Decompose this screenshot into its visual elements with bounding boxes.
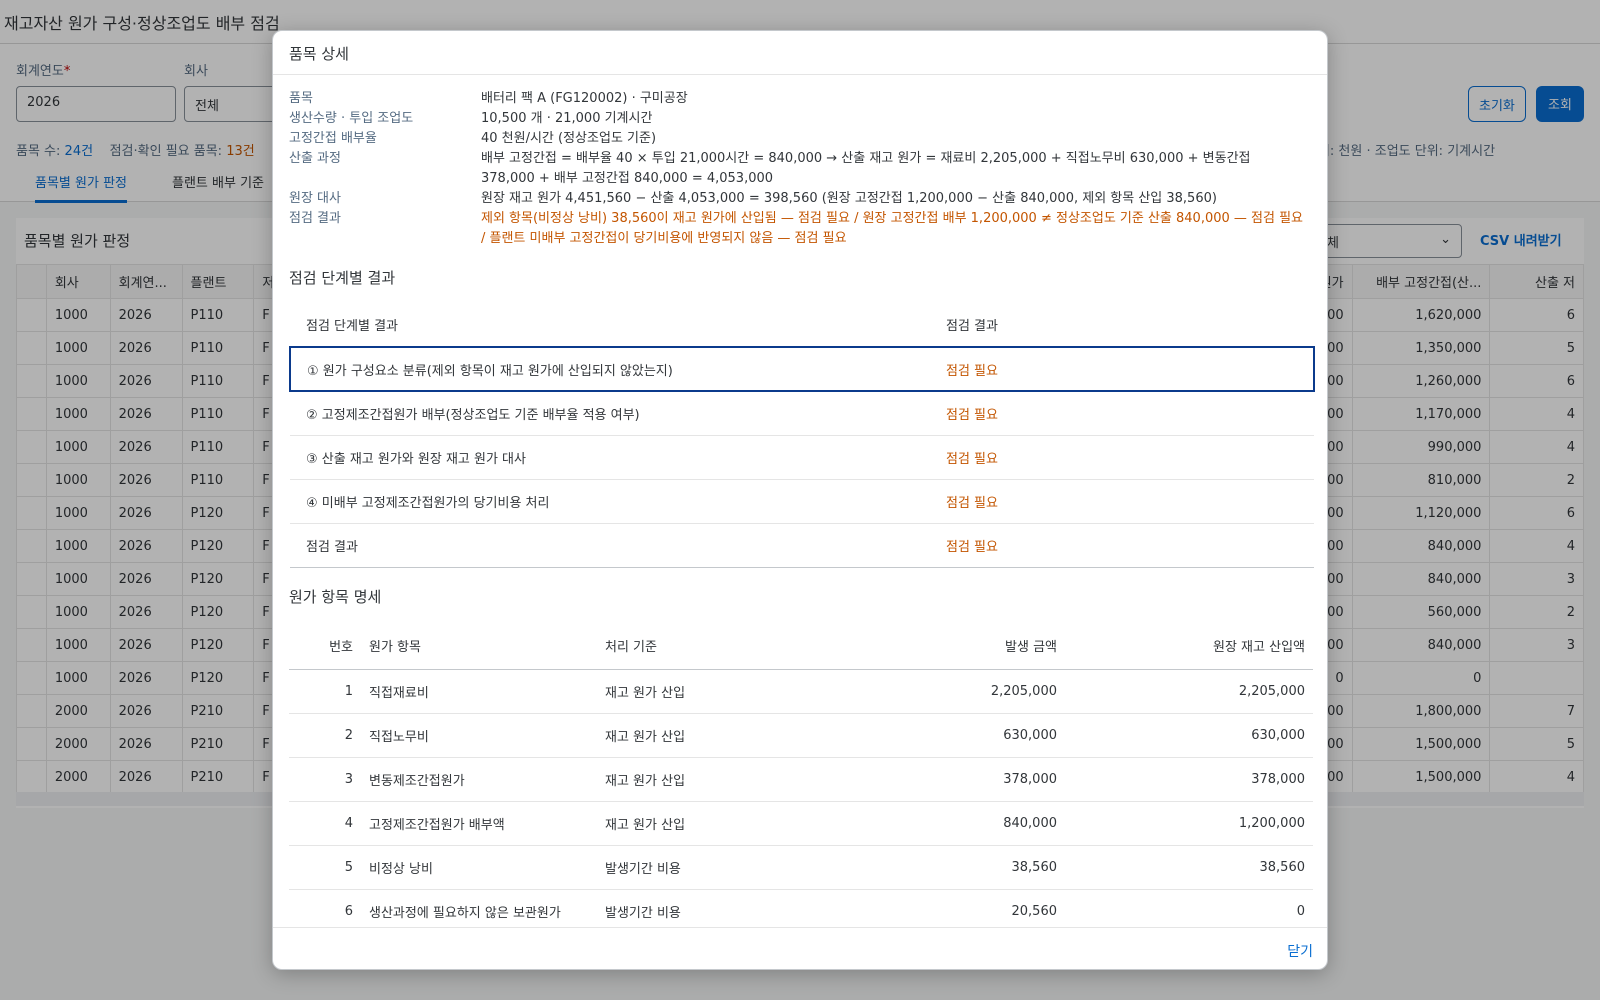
cell-ledger-amount: 378,000 [1065, 757, 1313, 802]
total-label: 점검 결과 [290, 523, 930, 568]
info-row: 산출 과정 배부 고정간접 = 배부율 40 × 투입 21,000시간 = 84… [289, 149, 1313, 189]
col-header: 점검 단계별 결과 [290, 303, 930, 348]
cell-basis: 재고 원가 산입 [597, 757, 793, 802]
info-row: 고정간접 배부율 40 천원/시간 (정상조업도 기준) [289, 129, 1313, 149]
cost-item-row[interactable]: 5 비정상 낭비 발생기간 비용 38,560 38,560 [289, 845, 1313, 890]
check-total-row[interactable]: 점검 결과 점검 필요 [290, 523, 1314, 568]
cell-amount: 2,205,000 [793, 669, 1065, 714]
info-row: 원장 대사 원장 재고 원가 4,451,560 − 산출 4,053,000 =… [289, 189, 1313, 209]
cell-basis: 발생기간 비용 [597, 845, 793, 890]
step-label: ③ 산출 재고 원가와 원장 재고 원가 대사 [290, 435, 930, 480]
cell-no: 2 [289, 713, 361, 758]
cell-ledger-amount: 2,205,000 [1065, 669, 1313, 714]
dialog-footer: 닫기 [273, 927, 1327, 969]
cost-item-row[interactable]: 2 직접노무비 재고 원가 산입 630,000 630,000 [289, 713, 1313, 758]
item-detail-dialog: 품목 상세 품목 배터리 팩 A (FG120002) · 구미공장생산수량 · … [272, 30, 1328, 970]
info-value: 제외 항목(비정상 낭비) 38,560이 재고 원가에 산입됨 — 점검 필요… [481, 211, 1304, 246]
col-header: 원장 재고 산입액 [1065, 621, 1313, 670]
cell-item-name: 직접노무비 [361, 713, 597, 758]
cost-item-row[interactable]: 3 변동제조간접원가 재고 원가 산입 378,000 378,000 [289, 757, 1313, 802]
items-section-title: 원가 항목 명세 [289, 587, 382, 606]
cell-amount: 20,560 [793, 889, 1065, 927]
info-label: 점검 결과 [289, 211, 341, 226]
cost-item-row[interactable]: 6 생산과정에 필요하지 않은 보관원가 발생기간 비용 20,560 0 [289, 889, 1313, 927]
item-info-block: 품목 배터리 팩 A (FG120002) · 구미공장생산수량 · 투입 조업도… [289, 89, 1313, 249]
info-row: 점검 결과 제외 항목(비정상 낭비) 38,560이 재고 원가에 산입됨 — … [289, 209, 1313, 249]
col-header: 발생 금액 [793, 621, 1065, 670]
info-value: 40 천원/시간 (정상조업도 기준) [481, 131, 657, 146]
check-steps-table: 점검 단계별 결과 점검 결과 ① 원가 구성요소 분류(제외 항목이 재고 원… [289, 303, 1315, 568]
dialog-title: 품목 상세 [273, 31, 1327, 75]
info-value: 원장 재고 원가 4,451,560 − 산출 4,053,000 = 398,… [481, 191, 1217, 206]
cell-ledger-amount: 38,560 [1065, 845, 1313, 890]
info-value: 10,500 개 · 21,000 기계시간 [481, 111, 653, 126]
cell-item-name: 직접재료비 [361, 669, 597, 714]
status-badge: 점검 필요 [930, 479, 1314, 524]
info-value: 배터리 팩 A (FG120002) · 구미공장 [481, 91, 688, 106]
close-button[interactable]: 닫기 [1287, 941, 1313, 961]
info-row: 생산수량 · 투입 조업도 10,500 개 · 21,000 기계시간 [289, 109, 1313, 129]
info-row: 품목 배터리 팩 A (FG120002) · 구미공장 [289, 89, 1313, 109]
steps-header-row: 점검 단계별 결과 점검 결과 [290, 303, 1314, 348]
info-label: 생산수량 · 투입 조업도 [289, 111, 414, 126]
cell-basis: 발생기간 비용 [597, 889, 793, 927]
check-step-row[interactable]: ① 원가 구성요소 분류(제외 항목이 재고 원가에 산입되지 않았는지) 점검 … [289, 346, 1315, 392]
cell-basis: 재고 원가 산입 [597, 801, 793, 846]
step-label: ① 원가 구성요소 분류(제외 항목이 재고 원가에 산입되지 않았는지) [289, 346, 930, 392]
cell-no: 6 [289, 889, 361, 927]
cell-item-name: 변동제조간접원가 [361, 757, 597, 802]
col-header: 점검 결과 [930, 303, 1314, 348]
cost-item-row[interactable]: 1 직접재료비 재고 원가 산입 2,205,000 2,205,000 [289, 669, 1313, 714]
status-badge: 점검 필요 [930, 391, 1314, 436]
status-badge: 점검 필요 [930, 435, 1314, 480]
cell-amount: 38,560 [793, 845, 1065, 890]
cell-ledger-amount: 630,000 [1065, 713, 1313, 758]
col-header: 처리 기준 [597, 621, 793, 670]
cell-item-name: 비정상 낭비 [361, 845, 597, 890]
cell-ledger-amount: 0 [1065, 889, 1313, 927]
info-label: 산출 과정 [289, 151, 341, 166]
info-label: 품목 [289, 91, 313, 106]
info-label: 원장 대사 [289, 191, 341, 206]
step-label: ④ 미배부 고정제조간접원가의 당기비용 처리 [290, 479, 930, 524]
cell-amount: 378,000 [793, 757, 1065, 802]
info-label: 고정간접 배부율 [289, 131, 377, 146]
info-value: 배부 고정간접 = 배부율 40 × 투입 21,000시간 = 840,000… [481, 151, 1251, 186]
col-header: 원가 항목 [361, 621, 597, 670]
cell-basis: 재고 원가 산입 [597, 669, 793, 714]
cell-amount: 840,000 [793, 801, 1065, 846]
cell-ledger-amount: 1,200,000 [1065, 801, 1313, 846]
cell-item-name: 고정제조간접원가 배부액 [361, 801, 597, 846]
cell-amount: 630,000 [793, 713, 1065, 758]
dialog-body: 품목 배터리 팩 A (FG120002) · 구미공장생산수량 · 투입 조업도… [273, 75, 1327, 927]
status-badge: 점검 필요 [930, 523, 1314, 568]
cell-item-name: 생산과정에 필요하지 않은 보관원가 [361, 889, 597, 927]
step-label: ② 고정제조간접원가 배부(정상조업도 기준 배부율 적용 여부) [290, 391, 930, 436]
check-step-row[interactable]: ④ 미배부 고정제조간접원가의 당기비용 처리 점검 필요 [290, 479, 1314, 524]
cell-no: 4 [289, 801, 361, 846]
cell-no: 1 [289, 669, 361, 714]
cost-items-table: 번호 원가 항목 처리 기준 발생 금액 원장 재고 산입액 1 직접재료비 재고 … [289, 621, 1313, 927]
items-header-row: 번호 원가 항목 처리 기준 발생 금액 원장 재고 산입액 [289, 621, 1313, 670]
check-step-row[interactable]: ③ 산출 재고 원가와 원장 재고 원가 대사 점검 필요 [290, 435, 1314, 480]
steps-section-title: 점검 단계별 결과 [289, 269, 396, 287]
cell-basis: 재고 원가 산입 [597, 713, 793, 758]
col-header: 번호 [289, 621, 361, 670]
cell-no: 5 [289, 845, 361, 890]
status-badge: 점검 필요 [930, 346, 1315, 392]
cost-item-row[interactable]: 4 고정제조간접원가 배부액 재고 원가 산입 840,000 1,200,000 [289, 801, 1313, 846]
check-step-row[interactable]: ② 고정제조간접원가 배부(정상조업도 기준 배부율 적용 여부) 점검 필요 [290, 391, 1314, 436]
cell-no: 3 [289, 757, 361, 802]
